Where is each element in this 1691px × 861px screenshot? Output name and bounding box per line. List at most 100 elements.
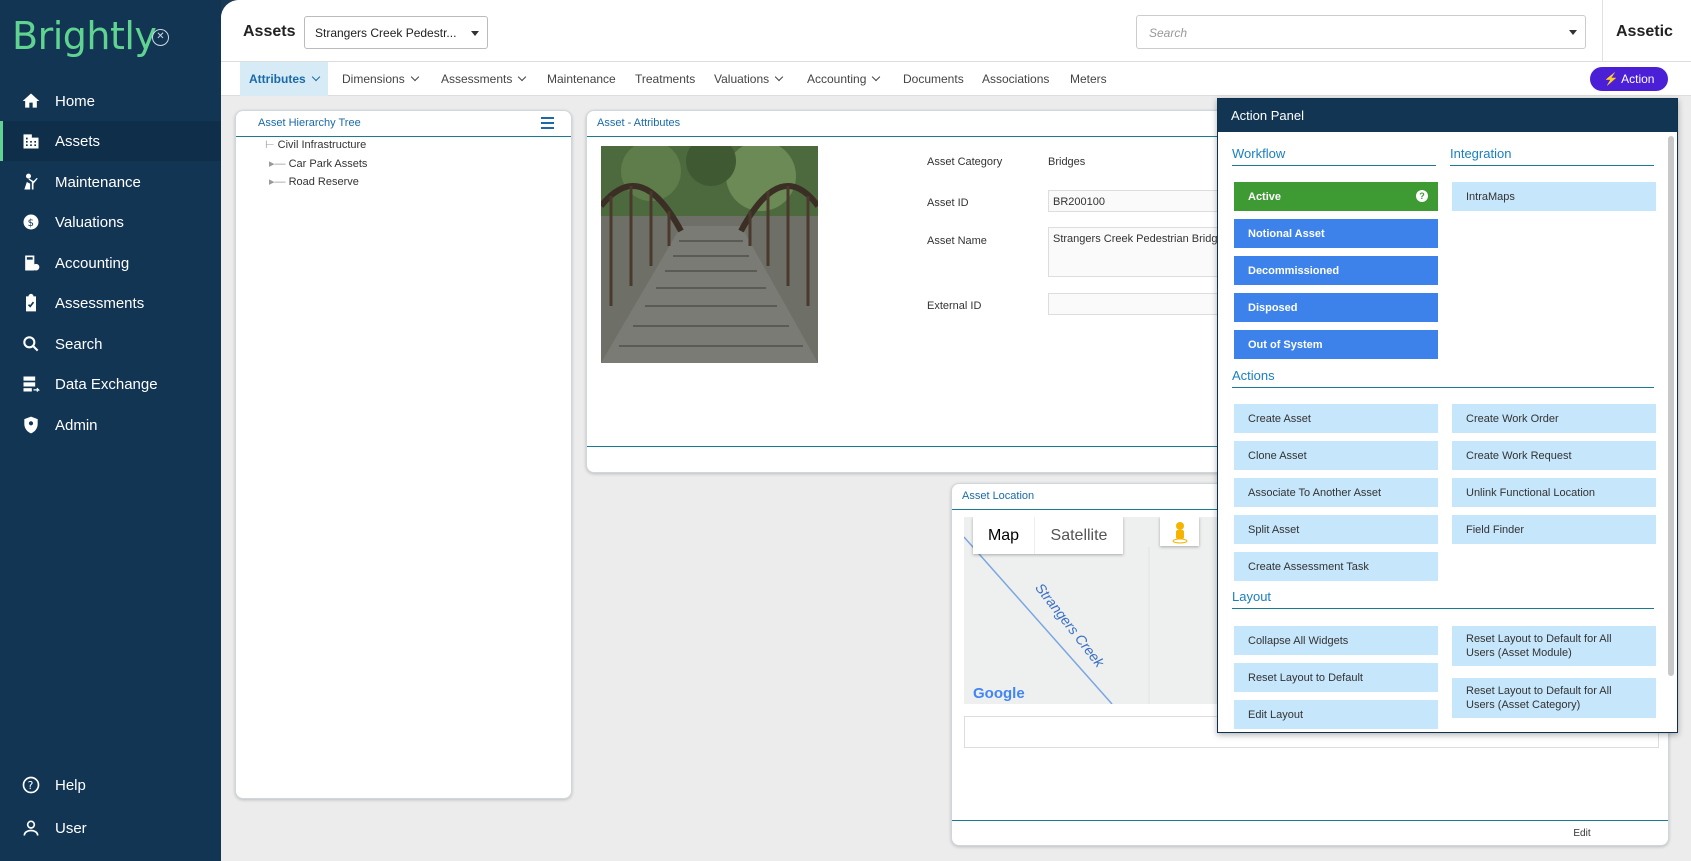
caret-down-icon bbox=[1569, 30, 1577, 35]
edit-layout-button[interactable]: Edit Layout bbox=[1234, 700, 1438, 729]
tree-node[interactable]: ⊢ Civil Infrastructure bbox=[265, 138, 366, 151]
asset-select[interactable]: Strangers Creek Pedestr... bbox=[304, 16, 488, 49]
caret-down-icon bbox=[471, 31, 479, 36]
unlink-functional-location-button[interactable]: Unlink Functional Location bbox=[1452, 478, 1656, 507]
sidebar: Brightly ✕ Home Assets Maintenance $ Val… bbox=[0, 0, 221, 861]
tree-node[interactable]: ▸— Car Park Assets bbox=[269, 157, 367, 170]
asset-select-value: Strangers Creek Pedestr... bbox=[315, 26, 457, 40]
collapse-sidebar-icon[interactable]: ✕ bbox=[152, 29, 169, 46]
page-title: Assets bbox=[243, 23, 296, 40]
create-work-request-button[interactable]: Create Work Request bbox=[1452, 441, 1656, 470]
scrollbar[interactable] bbox=[1668, 136, 1674, 676]
sidebar-item-search[interactable]: Search bbox=[0, 324, 221, 364]
tab-dimensions[interactable]: Dimensions bbox=[333, 62, 427, 96]
widget-title: Asset - Attributes bbox=[597, 117, 681, 129]
svg-text:?: ? bbox=[28, 779, 34, 792]
workflow-disposed-button[interactable]: Disposed bbox=[1234, 293, 1438, 322]
tab-documents[interactable]: Documents bbox=[894, 62, 973, 96]
tab-meters[interactable]: Meters bbox=[1061, 62, 1116, 96]
google-logo: Google bbox=[973, 685, 1025, 702]
intramaps-button[interactable]: IntraMaps bbox=[1452, 182, 1656, 211]
search-input[interactable]: Search bbox=[1136, 15, 1586, 49]
workflow-notional-button[interactable]: Notional Asset bbox=[1234, 219, 1438, 248]
create-asset-button[interactable]: Create Asset bbox=[1234, 404, 1438, 433]
field-finder-button[interactable]: Field Finder bbox=[1452, 515, 1656, 544]
brand-label: Assetic bbox=[1616, 23, 1673, 40]
workflow-out-of-system-button[interactable]: Out of System bbox=[1234, 330, 1438, 359]
sidebar-item-label: Search bbox=[55, 335, 103, 353]
collapse-widgets-button[interactable]: Collapse All Widgets bbox=[1234, 626, 1438, 655]
create-assessment-task-button[interactable]: Create Assessment Task bbox=[1234, 552, 1438, 581]
divider bbox=[952, 820, 1668, 821]
asset-id-label: Asset ID bbox=[927, 197, 969, 209]
external-id-label: External ID bbox=[927, 300, 982, 312]
tab-label: Attributes bbox=[249, 72, 306, 86]
sidebar-item-label: Accounting bbox=[55, 254, 130, 272]
sidebar-item-admin[interactable]: Admin bbox=[0, 405, 221, 445]
main-area: Assets Strangers Creek Pedestr... Search… bbox=[221, 0, 1691, 861]
create-work-order-button[interactable]: Create Work Order bbox=[1452, 404, 1656, 433]
map-button[interactable]: Map bbox=[973, 517, 1035, 554]
reset-layout-all-users-module-button[interactable]: Reset Layout to Default for All Users (A… bbox=[1452, 626, 1656, 666]
tab-treatments[interactable]: Treatments bbox=[626, 62, 704, 96]
sidebar-item-maintenance[interactable]: Maintenance bbox=[0, 162, 221, 202]
divider bbox=[1232, 165, 1436, 166]
sidebar-item-home[interactable]: Home bbox=[0, 81, 221, 121]
sidebar-item-help[interactable]: ? Help bbox=[0, 765, 221, 805]
help-icon: ? bbox=[20, 774, 42, 796]
sidebar-item-valuations[interactable]: $ Valuations bbox=[0, 202, 221, 242]
tree-node[interactable]: ▸— Road Reserve bbox=[269, 175, 359, 188]
action-panel: Action Panel Workflow Integration Active… bbox=[1217, 98, 1678, 733]
tab-assessments[interactable]: Assessments bbox=[432, 62, 534, 96]
sidebar-item-label: Assets bbox=[55, 132, 101, 150]
satellite-button[interactable]: Satellite bbox=[1035, 517, 1123, 554]
tab-label: Dimensions bbox=[342, 72, 405, 86]
widget-title: Asset Hierarchy Tree bbox=[258, 117, 361, 129]
chevron-down-icon bbox=[872, 72, 881, 82]
external-id-field[interactable] bbox=[1048, 293, 1228, 315]
tab-label: Accounting bbox=[807, 72, 867, 86]
action-button[interactable]: ⚡ Action bbox=[1590, 67, 1668, 91]
workflow-active-button[interactable]: Active? bbox=[1234, 182, 1438, 211]
sidebar-item-label: Assessments bbox=[55, 294, 145, 312]
split-asset-button[interactable]: Split Asset bbox=[1234, 515, 1438, 544]
tab-label: Meters bbox=[1070, 72, 1107, 86]
tab-bar: Attributes Dimensions Assessments Mainte… bbox=[221, 62, 1691, 96]
sidebar-item-label: Data Exchange bbox=[55, 375, 158, 393]
action-panel-header: Action Panel bbox=[1218, 99, 1677, 132]
associate-asset-button[interactable]: Associate To Another Asset bbox=[1234, 478, 1438, 507]
attributes-widget: Asset - Attributes Asset Category Bridge… bbox=[586, 110, 1228, 473]
map-type-control: Map Satellite bbox=[973, 517, 1123, 554]
pegman-icon[interactable] bbox=[1160, 517, 1199, 546]
sidebar-item-accounting[interactable]: Accounting bbox=[0, 243, 221, 283]
widget-title: Asset Location bbox=[962, 490, 1035, 502]
asset-category-label: Asset Category bbox=[927, 156, 1003, 168]
clone-asset-button[interactable]: Clone Asset bbox=[1234, 441, 1438, 470]
accounting-icon bbox=[20, 252, 42, 274]
divider bbox=[587, 446, 1225, 447]
lightning-icon: ⚡ bbox=[1603, 72, 1619, 86]
svg-text:$: $ bbox=[28, 218, 34, 229]
divider bbox=[236, 136, 571, 137]
user-icon bbox=[20, 817, 42, 839]
help-icon[interactable]: ? bbox=[1416, 190, 1428, 202]
tab-accounting[interactable]: Accounting bbox=[798, 62, 888, 96]
workflow-decommissioned-button[interactable]: Decommissioned bbox=[1234, 256, 1438, 285]
workflow-heading: Workflow bbox=[1232, 146, 1286, 161]
sidebar-item-assessments[interactable]: Assessments bbox=[0, 283, 221, 323]
edit-button[interactable]: Edit bbox=[1557, 825, 1607, 843]
menu-icon[interactable] bbox=[541, 117, 554, 129]
tab-attributes[interactable]: Attributes bbox=[240, 62, 328, 96]
sidebar-item-label: Valuations bbox=[55, 213, 124, 231]
reset-layout-button[interactable]: Reset Layout to Default bbox=[1234, 663, 1438, 692]
tab-associations[interactable]: Associations bbox=[973, 62, 1058, 96]
sidebar-item-user[interactable]: User bbox=[0, 808, 221, 848]
sidebar-item-data-exchange[interactable]: Data Exchange bbox=[0, 364, 221, 404]
action-button-label: Action bbox=[1621, 72, 1655, 86]
sidebar-item-assets[interactable]: Assets bbox=[0, 121, 221, 161]
tab-maintenance[interactable]: Maintenance bbox=[538, 62, 625, 96]
reset-layout-all-users-category-button[interactable]: Reset Layout to Default for All Users (A… bbox=[1452, 678, 1656, 718]
tab-label: Maintenance bbox=[547, 72, 616, 86]
actions-heading: Actions bbox=[1232, 368, 1275, 383]
tab-valuations[interactable]: Valuations bbox=[705, 62, 791, 96]
